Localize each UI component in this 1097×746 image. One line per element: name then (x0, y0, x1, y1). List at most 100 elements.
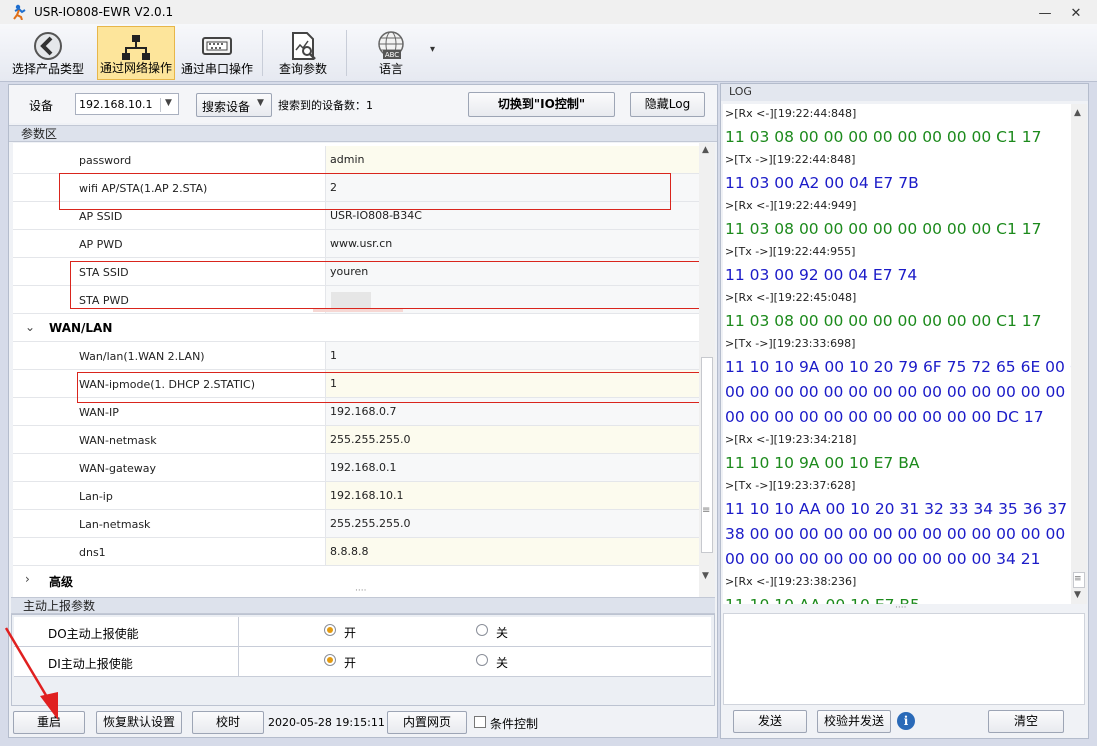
log-line-header: >[Tx ->][19:22:44:955] (725, 245, 856, 258)
column-divider (238, 617, 239, 647)
highlight-box-ipmode (77, 372, 699, 403)
report-panel: DO主动上报使能 开 关 DI主动上报使能 开 关 (11, 614, 715, 706)
close-button[interactable]: ✕ (1066, 6, 1086, 21)
log-line-header: >[Rx <-][19:22:45:048] (725, 291, 857, 304)
param-value[interactable]: admin (325, 146, 699, 173)
param-value[interactable]: 255.255.255.0 (325, 510, 699, 537)
log-line-header: >[Rx <-][19:22:44:949] (725, 199, 857, 212)
builtin-web-button[interactable]: 内置网页 (387, 711, 467, 734)
param-key: WAN-netmask (79, 434, 157, 447)
toolbar-divider (262, 30, 263, 76)
params-scrollbar[interactable]: ▲ ≡ ▼ (699, 143, 715, 613)
conditional-control-label: 条件控制 (490, 717, 539, 731)
param-value[interactable]: 1 (325, 342, 699, 369)
language-dropdown-arrow[interactable]: ▾ (430, 44, 435, 55)
params-header: 参数区 (9, 125, 717, 142)
query-params-button[interactable]: 查询参数 (264, 26, 342, 80)
report-row-do: DO主动上报使能 开 关 (14, 617, 711, 647)
chevron-down-icon: ▼ (257, 98, 264, 108)
param-row-lan-ip[interactable]: Lan-ip 192.168.10.1 (13, 482, 699, 510)
highlight-box-wifi (59, 173, 671, 210)
log-line-header: >[Tx ->][19:22:44:848] (725, 153, 856, 166)
param-key: Wan/lan(1.WAN 2.LAN) (79, 350, 205, 363)
report-header: 主动上报参数 (11, 597, 715, 614)
log-panel: LOG >[Rx <-][19:22:44:848] 11 03 08 00 00… (720, 83, 1089, 739)
device-ip-value: 192.168.10.1 (79, 98, 153, 111)
switch-io-control-button[interactable]: 切换到"IO控制" (468, 92, 615, 117)
log-header: LOG (721, 84, 1088, 101)
log-line-tx: 00 00 00 00 00 00 00 00 00 00 00 DC 17 (725, 408, 1044, 426)
group-wan-lan[interactable]: ⌄ WAN/LAN (13, 314, 699, 342)
param-row-password[interactable]: password admin (13, 146, 699, 174)
radio-on-label: 开 (344, 656, 357, 670)
log-line-tx: 11 10 10 AA 00 10 20 31 32 33 34 35 36 3… (725, 500, 1068, 518)
param-row-dns1[interactable]: dns1 8.8.8.8 (13, 538, 699, 566)
clear-button[interactable]: 清空 (988, 710, 1064, 733)
log-line-tx: 11 03 00 92 00 04 E7 74 (725, 266, 918, 284)
grip-icon: ≡ (702, 505, 711, 516)
current-datetime: 2020-05-28 19:15:11 4 (268, 716, 396, 729)
send-input[interactable] (723, 613, 1085, 705)
scroll-up-icon[interactable]: ▲ (702, 145, 709, 155)
log-line-header: >[Rx <-][19:22:44:848] (725, 107, 857, 120)
toolbar-label: 通过串口操作 (180, 62, 253, 76)
sync-time-button[interactable]: 校时 (192, 711, 264, 734)
network-operation-button[interactable]: 通过网络操作 (97, 26, 175, 80)
window-title: USR-IO808-EWR V2.0.1 (34, 5, 174, 19)
device-ip-select[interactable]: 192.168.10.1 ▼ (75, 93, 179, 115)
param-value[interactable]: 255.255.255.0 (325, 426, 699, 453)
scroll-down-icon[interactable]: ▼ (702, 571, 709, 581)
search-device-label: 搜索设备 (202, 100, 251, 114)
splitter-grip[interactable]: ···· (355, 586, 366, 596)
param-row-wan-lan[interactable]: Wan/lan(1.WAN 2.LAN) 1 (13, 342, 699, 370)
search-device-button[interactable]: 搜索设备 ▼ (196, 93, 272, 117)
chevron-down-icon[interactable]: ⌄ (25, 320, 35, 334)
log-output[interactable]: >[Rx <-][19:22:44:848] 11 03 08 00 00 00 … (723, 104, 1071, 604)
column-divider (238, 647, 239, 677)
param-row-wan-netmask[interactable]: WAN-netmask 255.255.255.0 (13, 426, 699, 454)
radio-on[interactable] (324, 624, 336, 636)
param-row-ap-pwd[interactable]: AP PWD www.usr.cn (13, 230, 699, 258)
log-line-rx: 11 03 08 00 00 00 00 00 00 00 00 C1 17 (725, 312, 1042, 330)
serial-operation-button[interactable]: 通过串口操作 (178, 26, 256, 80)
splitter-grip[interactable]: ···· (895, 603, 906, 613)
select-product-type-button[interactable]: 选择产品类型 (8, 26, 88, 80)
param-value[interactable]: 192.168.0.1 (325, 454, 699, 481)
send-button[interactable]: 发送 (733, 710, 807, 733)
param-row-lan-netmask[interactable]: Lan-netmask 255.255.255.0 (13, 510, 699, 538)
scroll-down-icon[interactable]: ▼ (1074, 590, 1081, 600)
log-line-header: >[Rx <-][19:23:38:236] (725, 575, 857, 588)
param-key: dns1 (79, 546, 106, 559)
log-scrollbar[interactable]: ▲ ≡ ▼ (1071, 104, 1087, 604)
conditional-control-checkbox[interactable] (474, 716, 486, 728)
radio-on[interactable] (324, 654, 336, 666)
back-arrow-icon (34, 32, 62, 60)
minimize-button[interactable]: — (1035, 6, 1055, 21)
checksum-send-button[interactable]: 校验并发送 (817, 710, 891, 733)
app-logo-icon (13, 4, 26, 20)
chevron-right-icon[interactable]: › (25, 572, 30, 586)
info-icon[interactable]: i (897, 712, 915, 730)
hide-log-button[interactable]: 隐藏Log (630, 92, 705, 117)
restore-defaults-button[interactable]: 恢复默认设置 (96, 711, 182, 734)
radio-off-label: 关 (496, 626, 509, 640)
params-grid: password admin wifi AP/STA(1.AP 2.STA) 2… (13, 143, 699, 613)
scroll-thumb[interactable] (701, 357, 713, 553)
highlight-box-sta (70, 261, 699, 309)
param-key: Lan-netmask (79, 518, 151, 531)
found-device-count: 搜索到的设备数：1 (278, 99, 373, 112)
radio-off[interactable] (476, 654, 488, 666)
log-line-header: >[Tx ->][19:23:37:628] (725, 479, 856, 492)
param-key: AP SSID (79, 210, 123, 223)
scroll-up-icon[interactable]: ▲ (1074, 108, 1081, 118)
param-value[interactable]: 8.8.8.8 (325, 538, 699, 565)
log-line-header: >[Tx ->][19:23:33:698] (725, 337, 856, 350)
radio-off[interactable] (476, 624, 488, 636)
log-line-tx: 38 00 00 00 00 00 00 00 00 00 00 00 00 0… (725, 525, 1071, 543)
param-value[interactable]: 192.168.10.1 (325, 482, 699, 509)
param-row-wan-gateway[interactable]: WAN-gateway 192.168.0.1 (13, 454, 699, 482)
param-value[interactable]: www.usr.cn (325, 230, 699, 257)
log-line-rx: 11 10 10 9A 00 10 E7 BA (725, 454, 920, 472)
serial-port-icon (202, 37, 232, 55)
language-button[interactable]: ABC 语言 (352, 26, 430, 80)
